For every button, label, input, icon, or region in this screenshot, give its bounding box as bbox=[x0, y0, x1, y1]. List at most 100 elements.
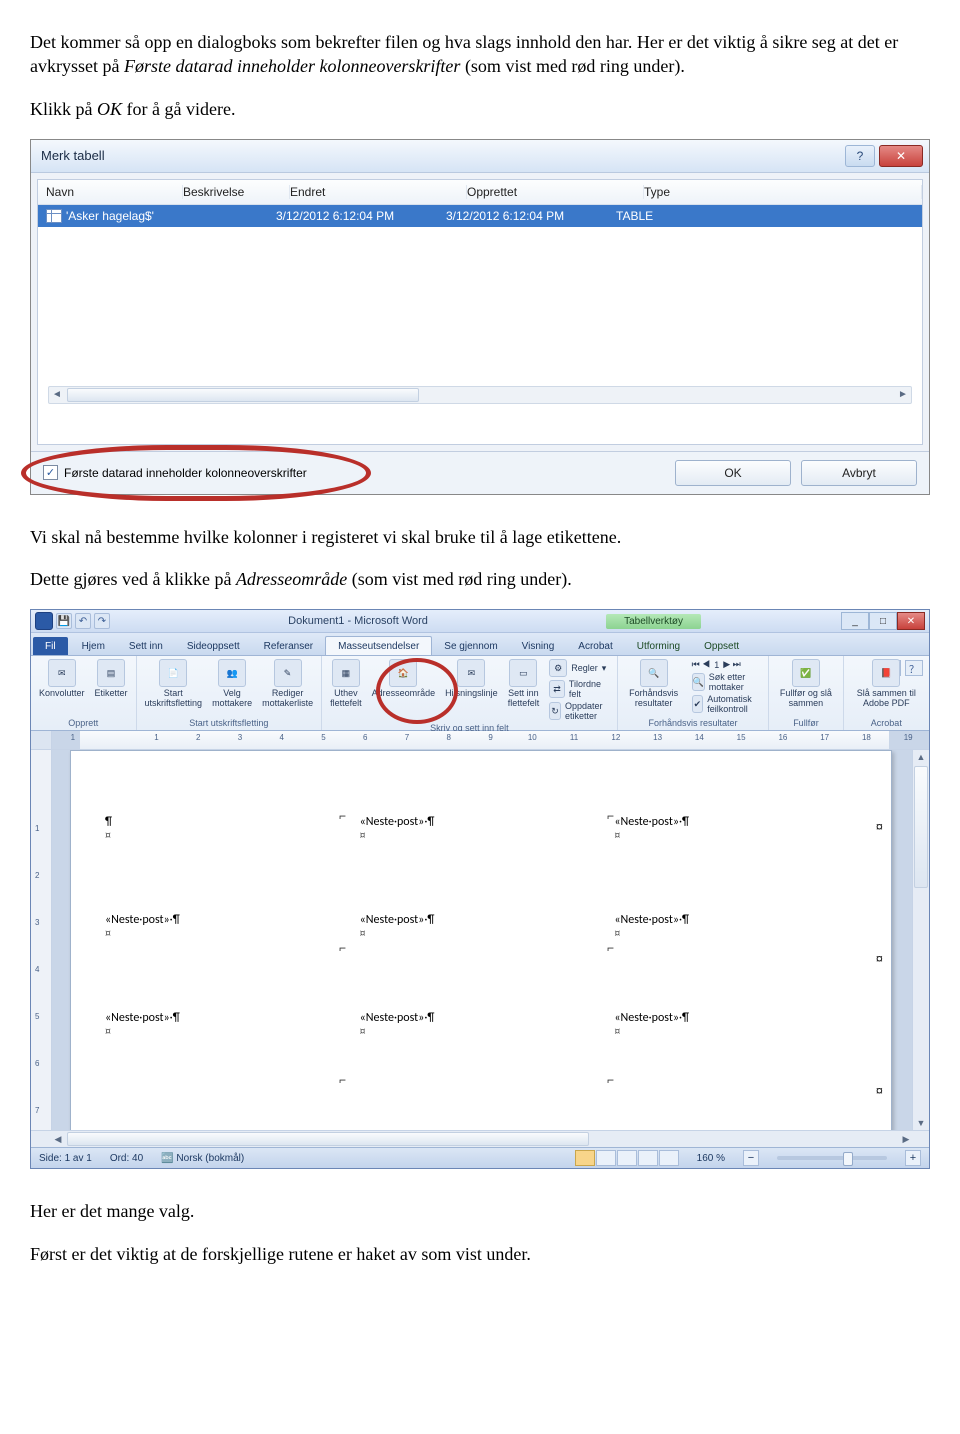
close-button[interactable]: ✕ bbox=[897, 612, 925, 630]
view-web[interactable] bbox=[617, 1150, 637, 1166]
tab-sideoppsett[interactable]: Sideoppsett bbox=[175, 637, 252, 655]
label-cell[interactable]: «Neste·post»·¶¤ bbox=[360, 1011, 607, 1039]
ok-button[interactable]: OK bbox=[675, 460, 791, 486]
zoom-level[interactable]: 160 % bbox=[697, 1153, 725, 1164]
label-cell[interactable]: «Neste·post»·¶¤ bbox=[105, 913, 352, 941]
qat-redo-icon[interactable]: ↷ bbox=[94, 613, 110, 629]
scroll-down-icon[interactable]: ▼ bbox=[913, 1116, 929, 1130]
status-lang[interactable]: 🔤 Norsk (bokmål) bbox=[161, 1153, 244, 1164]
text: Dette gjøres ved å klikke på bbox=[30, 569, 236, 589]
tab-sett-inn[interactable]: Sett inn bbox=[117, 637, 175, 655]
row-end-mark: ¤ bbox=[876, 1083, 883, 1098]
tab-acrobat[interactable]: Acrobat bbox=[566, 637, 624, 655]
v-scrollbar[interactable]: ▲ ▼ bbox=[912, 750, 929, 1130]
col-header-endret[interactable]: Endret bbox=[290, 185, 467, 199]
zoom-thumb[interactable] bbox=[843, 1152, 853, 1166]
btn-tilordne-felt[interactable]: ⇄Tilordne felt bbox=[549, 679, 609, 699]
label-cell[interactable]: «Neste·post»·¶¤ bbox=[360, 815, 607, 843]
search-icon: 🔍 bbox=[692, 673, 705, 691]
tab-fil[interactable]: Fil bbox=[33, 637, 68, 655]
btn-fullfor[interactable]: ✅Fullfør og slå sammen bbox=[777, 659, 834, 709]
scroll-thumb[interactable] bbox=[67, 1132, 589, 1146]
paragraph-3: Vi skal nå bestemme hvilke kolonner i re… bbox=[30, 525, 930, 549]
minimize-button[interactable]: _ bbox=[841, 612, 869, 630]
word-orb-icon[interactable] bbox=[35, 612, 53, 630]
scroll-left-icon[interactable]: ◀ bbox=[51, 1134, 65, 1145]
view-full-screen[interactable] bbox=[596, 1150, 616, 1166]
pdf-icon: 📕 bbox=[872, 659, 900, 687]
help-button[interactable]: ? bbox=[845, 145, 875, 167]
btn-regler[interactable]: ⚙Regler ▾ bbox=[549, 659, 609, 677]
cancel-button[interactable]: Avbryt bbox=[801, 460, 917, 486]
btn-start-utskriftsfletting[interactable]: 📄Start utskriftsfletting bbox=[145, 659, 203, 709]
label-cell[interactable]: «Neste·post»·¶¤ bbox=[614, 913, 861, 941]
btn-konvolutter[interactable]: ✉Konvolutter bbox=[39, 659, 85, 699]
vertical-ruler[interactable]: 1234567 bbox=[31, 750, 52, 1130]
view-outline[interactable] bbox=[638, 1150, 658, 1166]
checkbox-row[interactable]: ✓ Første datarad inneholder kolonneovers… bbox=[43, 465, 307, 480]
table-row[interactable]: 'Asker hagelag$' 3/12/2012 6:12:04 PM 3/… bbox=[38, 205, 922, 227]
dialog-bottombar: ✓ Første datarad inneholder kolonneovers… bbox=[31, 451, 929, 494]
label-cell[interactable]: «Neste·post»·¶¤ bbox=[614, 1011, 861, 1039]
label-cell[interactable]: «Neste·post»·¶¤ bbox=[360, 913, 607, 941]
view-draft[interactable] bbox=[659, 1150, 679, 1166]
tab-referanser[interactable]: Referanser bbox=[252, 637, 325, 655]
btn-oppdater-etiketter[interactable]: ↻Oppdater etiketter bbox=[549, 701, 609, 721]
text: (som vist med rød ring under). bbox=[460, 56, 684, 76]
btn-adobe-pdf[interactable]: 📕Slå sammen til Adobe PDF bbox=[852, 659, 921, 709]
close-button[interactable]: ✕ bbox=[879, 145, 923, 167]
zoom-out-button[interactable]: − bbox=[743, 1150, 759, 1166]
scroll-up-icon[interactable]: ▲ bbox=[913, 750, 929, 764]
scroll-right-icon[interactable]: ▶ bbox=[899, 1134, 913, 1145]
tab-hjem[interactable]: Hjem bbox=[70, 637, 117, 655]
zoom-in-button[interactable]: + bbox=[905, 1150, 921, 1166]
qat-undo-icon[interactable]: ↶ bbox=[75, 613, 91, 629]
btn-rediger-mottakerliste[interactable]: ✎Rediger mottakerliste bbox=[262, 659, 313, 709]
nav-record[interactable]: ⏮ ◀ 1 ▶ ⏭ bbox=[692, 659, 761, 670]
document-canvas[interactable]: ⌐ ⌐ ⌐ ⌐ ⌐ ⌐ ¤ ¤ ¤ ¶¤«Neste·post»·¶¤«Nest… bbox=[52, 750, 912, 1130]
status-words[interactable]: Ord: 40 bbox=[110, 1153, 143, 1164]
scroll-thumb[interactable] bbox=[67, 388, 419, 402]
dialog-titlebar[interactable]: Merk tabell ? ✕ bbox=[31, 140, 929, 173]
tab-se-gjennom[interactable]: Se gjennom bbox=[432, 637, 509, 655]
btn-forhandsvis[interactable]: 🔍Forhåndsvis resultater bbox=[626, 659, 682, 709]
btn-feilkontroll[interactable]: ✔Automatisk feilkontroll bbox=[692, 694, 761, 714]
btn-sok-mottaker[interactable]: 🔍Søk etter mottaker bbox=[692, 672, 761, 692]
col-header-navn[interactable]: Navn bbox=[46, 185, 183, 199]
status-page[interactable]: Side: 1 av 1 bbox=[39, 1153, 92, 1164]
btn-sett-inn-flettefelt[interactable]: ▭Sett inn flettefelt bbox=[508, 659, 540, 709]
address-block-icon: 🏠 bbox=[389, 659, 417, 687]
btn-hilsningslinje[interactable]: ✉Hilsningslinje bbox=[445, 659, 498, 699]
scroll-left-icon[interactable]: ◄ bbox=[49, 388, 65, 402]
qat-save-icon[interactable]: 💾 bbox=[56, 613, 72, 629]
cell-endret: 3/12/2012 6:12:04 PM bbox=[276, 209, 446, 223]
btn-adresseomrade[interactable]: 🏠Adresseområde bbox=[372, 659, 436, 699]
view-print-layout[interactable] bbox=[575, 1150, 595, 1166]
col-header-opprettet[interactable]: Opprettet bbox=[467, 185, 644, 199]
horizontal-ruler[interactable]: 112345678910111213141516171819 bbox=[31, 731, 929, 750]
h-scrollbar[interactable]: ◀ ▶ bbox=[31, 1130, 929, 1147]
word-titlebar[interactable]: 💾 ↶ ↷ Dokument1 - Microsoft Word Tabellv… bbox=[31, 610, 929, 633]
label-cell[interactable]: «Neste·post»·¶¤ bbox=[614, 815, 861, 843]
scroll-right-icon[interactable]: ► bbox=[895, 388, 911, 402]
btn-uthev-flettefelt[interactable]: ▦Uthev flettefelt bbox=[330, 659, 362, 709]
tab-masseutsendelser[interactable]: Masseutsendelser bbox=[325, 636, 432, 655]
tab-oppsett[interactable]: Oppsett bbox=[692, 637, 751, 655]
zoom-slider[interactable] bbox=[777, 1156, 887, 1160]
btn-etiketter[interactable]: ▤Etiketter bbox=[95, 659, 128, 699]
match-fields-icon: ⇄ bbox=[549, 680, 565, 698]
btn-velg-mottakere[interactable]: 👥Velg mottakere bbox=[212, 659, 252, 709]
label-cell[interactable]: «Neste·post»·¶¤ bbox=[105, 1011, 352, 1039]
tab-utforming[interactable]: Utforming bbox=[625, 637, 692, 655]
text-italic: OK bbox=[97, 99, 122, 119]
h-scrollbar[interactable]: ◄ ► bbox=[48, 386, 912, 404]
ribbon-group-skriv: ▦Uthev flettefelt 🏠Adresseområde ✉Hilsni… bbox=[322, 656, 618, 730]
tab-visning[interactable]: Visning bbox=[510, 637, 567, 655]
maximize-button[interactable]: □ bbox=[869, 612, 897, 630]
col-header-beskrivelse[interactable]: Beskrivelse bbox=[183, 185, 290, 199]
label-cell[interactable]: ¶¤ bbox=[105, 815, 352, 843]
checkbox-first-datarow[interactable]: ✓ bbox=[43, 465, 58, 480]
scroll-thumb[interactable] bbox=[914, 766, 928, 888]
col-header-type[interactable]: Type bbox=[644, 185, 922, 199]
check-icon: ✔ bbox=[692, 695, 704, 713]
